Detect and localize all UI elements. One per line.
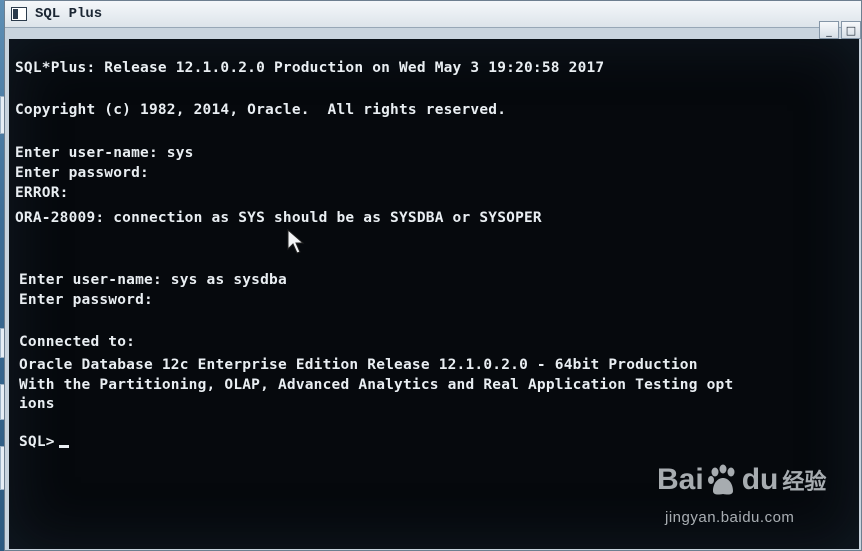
sql-prompt: SQL> [19, 434, 55, 450]
sqlplus-window: SQL Plus _ □ SQL*Plus: Release 12.1.0.2.… [4, 0, 862, 551]
mouse-pointer-icon [287, 229, 305, 254]
console-output[interactable]: SQL*Plus: Release 12.1.0.2.0 Production … [9, 39, 859, 549]
watermark-url: jingyan.baidu.com [665, 509, 795, 526]
console-app-icon [11, 7, 27, 21]
console-line: With the Partitioning, OLAP, Advanced An… [19, 377, 734, 393]
console-line: Enter password: [19, 292, 153, 308]
console-line: SQL*Plus: Release 12.1.0.2.0 Production … [15, 60, 605, 76]
error-line: ORA-28009: connection as SYS should be a… [15, 210, 542, 226]
console-line: Enter user-name: sys as sysdba [19, 272, 287, 288]
logo-text-right: du [741, 463, 779, 496]
logo-text-left: Bai [657, 463, 704, 496]
baidu-logo: Bai du 经验 [657, 463, 826, 497]
paw-icon [707, 464, 735, 495]
console-line: ions [19, 396, 55, 412]
console-line: Enter user-name: sys [15, 145, 194, 161]
window-controls: _ □ [817, 21, 861, 39]
console-line: ERROR: [15, 185, 69, 201]
title-bar[interactable]: SQL Plus _ □ [5, 1, 861, 39]
minimize-button[interactable]: _ [819, 21, 839, 39]
logo-text-cn: 经验 [782, 470, 827, 495]
console-line: Copyright (c) 1982, 2014, Oracle. All ri… [15, 102, 507, 118]
window-title: SQL Plus [35, 6, 103, 22]
sql-prompt-line[interactable]: SQL> [19, 433, 69, 451]
text-cursor [58, 445, 69, 448]
console-line: Oracle Database 12c Enterprise Edition R… [19, 357, 698, 373]
baidu-watermark: Bai du 经验 jingyan.baidu.com [657, 455, 837, 535]
console-line: Connected to: [19, 334, 136, 350]
console-line: Enter password: [15, 165, 149, 181]
maximize-button[interactable]: □ [841, 21, 861, 39]
